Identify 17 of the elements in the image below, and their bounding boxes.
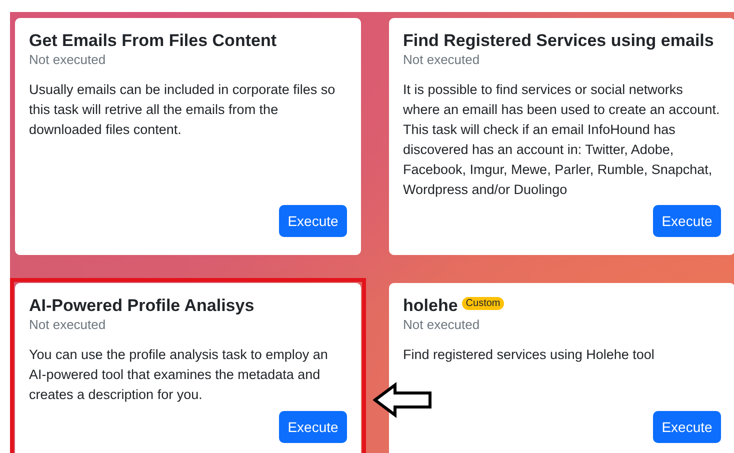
execute-button[interactable]: Execute xyxy=(653,411,721,443)
card-title: Get Emails From Files Content xyxy=(29,31,276,51)
task-status: Not executed xyxy=(403,51,481,68)
task-status: Not executed xyxy=(29,316,107,333)
card-title: AI-Powered Profile Analisys xyxy=(29,296,254,316)
task-description: Find registered services using Holehe tool xyxy=(403,346,656,364)
task-status: Not executed xyxy=(29,51,107,68)
custom-badge: Custom xyxy=(462,297,504,310)
execute-button[interactable]: Execute xyxy=(279,411,347,443)
task-status: Not executed xyxy=(403,316,481,333)
task-description: It is possible to find services or social networks where an emaill has been used to create an account. This task will check if an email InfoHound has discovered has an account in: Twitter, Adobe, Facebook, Imgur, Mewe, Parler, Rumble, Snapchat, Wordpress and/or Duolingo xyxy=(403,81,721,199)
execute-button[interactable]: Execute xyxy=(653,205,721,237)
task-description: You can use the profile analysis task to employ an AI-powered tool that examines the metadata and creates a description for you. xyxy=(29,346,329,404)
card-title: Find Registered Services using emails xyxy=(403,31,714,51)
execute-button[interactable]: Execute xyxy=(279,205,347,237)
card-title: holehe xyxy=(403,296,458,316)
task-description: Usually emails can be included in corporate files so this task will retrive all the emails from the downloaded files content. xyxy=(29,81,336,139)
